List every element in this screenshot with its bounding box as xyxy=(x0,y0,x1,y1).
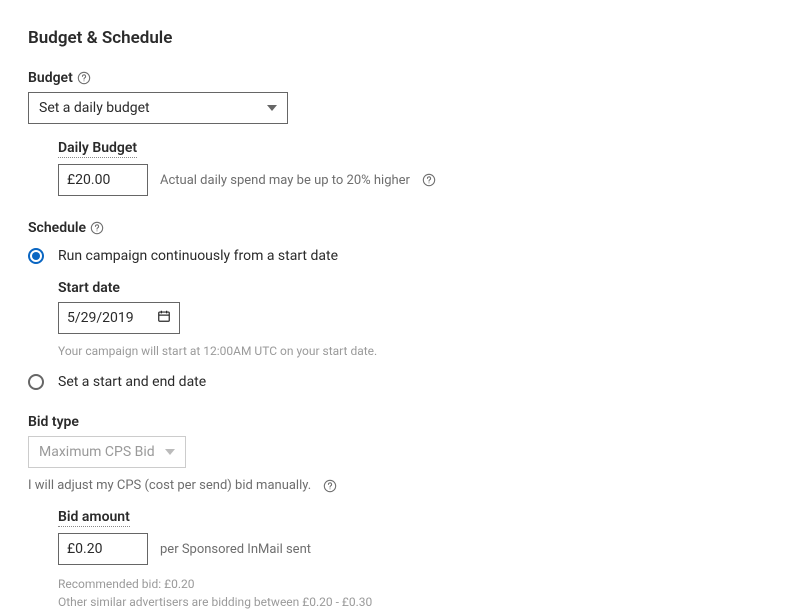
bid-type-value: Maximum CPS Bid xyxy=(39,444,155,460)
start-date-hint: Your campaign will start at 12:00AM UTC … xyxy=(58,344,785,358)
bid-type-label: Bid type xyxy=(28,414,79,430)
start-date-label: Start date xyxy=(58,280,120,296)
radio-continuous[interactable] xyxy=(28,248,44,264)
help-icon[interactable] xyxy=(90,221,104,235)
budget-dropdown-value: Set a daily budget xyxy=(39,100,150,116)
bid-type-dropdown: Maximum CPS Bid xyxy=(28,436,186,468)
chevron-down-icon xyxy=(165,449,175,455)
daily-budget-hint: Actual daily spend may be up to 20% high… xyxy=(160,173,410,188)
radio-range[interactable] xyxy=(28,374,44,390)
budget-label: Budget xyxy=(28,70,91,86)
daily-budget-label: Daily Budget xyxy=(58,140,137,158)
section-title: Budget & Schedule xyxy=(28,28,785,48)
bid-amount-unit: per Sponsored InMail sent xyxy=(160,542,311,557)
bid-range-hint: Other similar advertisers are bidding be… xyxy=(58,595,785,609)
start-date-input[interactable]: 5/29/2019 xyxy=(58,302,180,334)
bid-amount-label: Bid amount xyxy=(58,509,130,527)
schedule-label: Schedule xyxy=(28,220,104,236)
help-icon[interactable] xyxy=(77,71,91,85)
radio-continuous-label: Run campaign continuously from a start d… xyxy=(58,248,338,264)
calendar-icon xyxy=(157,309,171,327)
bid-recommended: Recommended bid: £0.20 xyxy=(58,577,785,591)
daily-budget-input[interactable]: £20.00 xyxy=(58,164,148,196)
budget-dropdown[interactable]: Set a daily budget xyxy=(28,92,288,124)
help-icon[interactable] xyxy=(422,173,436,187)
bid-amount-input[interactable]: £0.20 xyxy=(58,533,148,565)
help-icon[interactable] xyxy=(323,479,337,493)
bid-manual-hint: I will adjust my CPS (cost per send) bid… xyxy=(28,478,311,493)
start-date-value: 5/29/2019 xyxy=(67,310,134,326)
chevron-down-icon xyxy=(267,105,277,111)
radio-range-label: Set a start and end date xyxy=(58,374,206,390)
